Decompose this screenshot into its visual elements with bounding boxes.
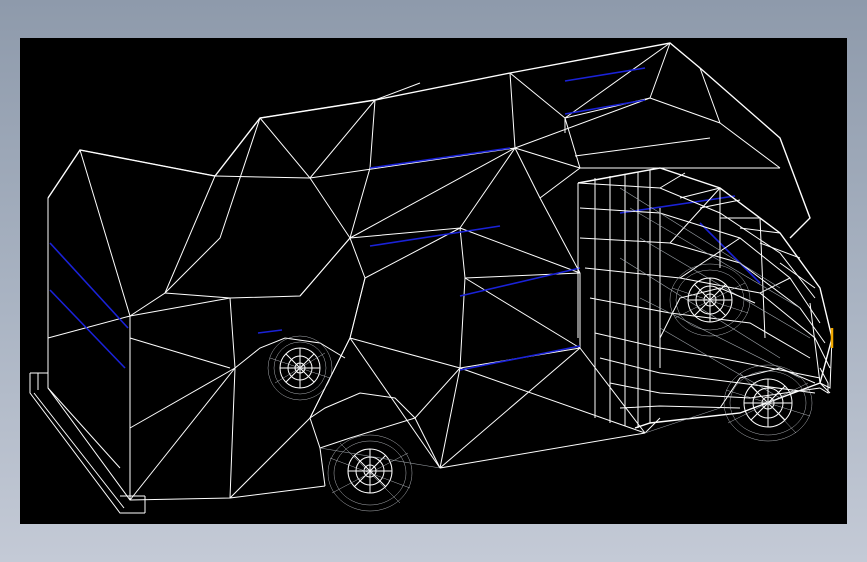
wheel-rear-near	[327, 434, 413, 512]
chassis	[309, 367, 721, 487]
cad-viewport[interactable]	[20, 38, 847, 524]
rv-wireframe	[29, 42, 834, 514]
camper-body	[29, 42, 811, 514]
wheel-arches	[234, 287, 816, 419]
wheel-rear-far	[267, 335, 333, 401]
window-edges	[49, 67, 761, 371]
wheel-front-far	[669, 263, 751, 337]
